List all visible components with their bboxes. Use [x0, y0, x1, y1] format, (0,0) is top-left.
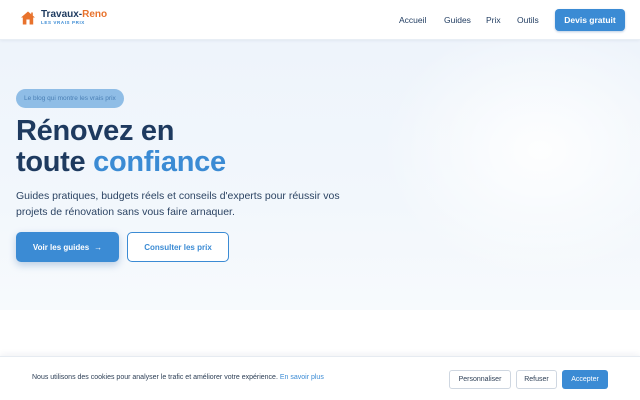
hero-background-glow — [380, 40, 640, 280]
logo-tagline: LES VRAIS PRIX — [41, 20, 85, 25]
accept-cookies-button[interactable]: Accepter — [562, 370, 608, 389]
hero-badge: Le blog qui montre les vrais prix — [16, 89, 124, 108]
house-icon — [21, 11, 35, 25]
hero-title-line1: Rénovez en — [16, 115, 175, 147]
hero-lead-text: Guides pratiques, budgets réels et conse… — [16, 190, 340, 218]
learn-more-link[interactable]: En savoir plus — [280, 374, 324, 381]
cookie-message: Nous utilisons des cookies pour analyser… — [32, 374, 324, 381]
nav-link-prix[interactable]: Prix — [486, 15, 501, 25]
hero-title: Rénovez en toute confiance — [16, 116, 226, 178]
cookie-text: Nous utilisons des cookies pour analyser… — [32, 374, 278, 381]
hero-section: Le blog qui montre les vrais prix Rénove… — [0, 40, 640, 310]
cookie-banner: Nous utilisons des cookies pour analyser… — [0, 356, 640, 400]
view-guides-button[interactable]: Voir les guides → — [16, 232, 119, 262]
logo[interactable]: Travaux-Reno LES VRAIS PRIX — [20, 10, 107, 26]
refuse-cookies-button[interactable]: Refuser — [516, 370, 557, 389]
nav-link-accueil[interactable]: Accueil — [399, 15, 426, 25]
hero-title-line2: toute — [16, 146, 94, 178]
hero-title-highlight: confiance — [93, 146, 226, 178]
view-prices-button[interactable]: Consulter les prix — [127, 232, 229, 262]
site-header: Travaux-Reno LES VRAIS PRIX Accueil Guid… — [0, 0, 640, 40]
customize-cookies-button[interactable]: Personnaliser — [449, 370, 511, 389]
nav-link-outils[interactable]: Outils — [517, 15, 539, 25]
view-guides-label: Voir les guides — [32, 242, 90, 252]
nav-link-guides[interactable]: Guides — [444, 15, 471, 25]
arrow-right-icon: → — [94, 242, 103, 252]
logo-name: Travaux-Reno — [41, 9, 108, 20]
free-quote-button[interactable]: Devis gratuit — [555, 9, 625, 31]
